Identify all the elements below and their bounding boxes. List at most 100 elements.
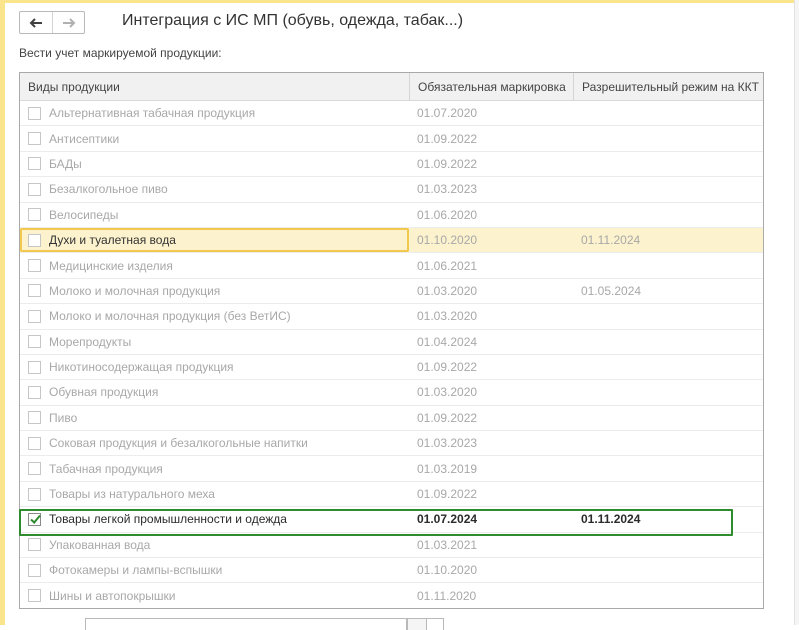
product-kind-cell[interactable]: Товары из натурального меха bbox=[20, 482, 409, 506]
table-row[interactable]: Никотиносодержащая продукция 01.09.2022 bbox=[20, 355, 763, 381]
kkt-permit-date: 01.11.2024 bbox=[581, 512, 641, 527]
page-title: Интеграция с ИС МП (обувь, одежда, табак… bbox=[122, 12, 464, 29]
table-row[interactable]: Фотокамеры и лампы-вспышки 01.10.2020 bbox=[20, 558, 763, 584]
table-row[interactable]: Молоко и молочная продукция (без ВетИС) 0… bbox=[20, 304, 763, 330]
table-row[interactable]: Медицинские изделия 01.06.2021 bbox=[20, 253, 763, 279]
mandatory-marking-date: 01.09.2022 bbox=[417, 487, 478, 502]
row-checkbox[interactable] bbox=[28, 157, 41, 171]
product-kind-label: Антисептики bbox=[49, 131, 120, 146]
mandatory-marking-date: 01.09.2022 bbox=[417, 131, 478, 146]
back-button[interactable] bbox=[20, 12, 52, 33]
table-row[interactable]: Табачная продукция 01.03.2019 bbox=[20, 456, 763, 482]
product-kind-label: Пиво bbox=[49, 410, 78, 425]
product-kind-cell[interactable]: Соковая продукция и безалкогольные напит… bbox=[20, 431, 409, 455]
row-checkbox[interactable] bbox=[28, 360, 41, 374]
table-row[interactable]: Обувная продукция 01.03.2020 bbox=[20, 380, 763, 406]
mandatory-marking-date: 01.07.2020 bbox=[417, 106, 478, 121]
product-kind-cell[interactable]: Пиво bbox=[20, 406, 409, 430]
kkt-permit-date: 01.11.2024 bbox=[581, 233, 641, 248]
table-row[interactable]: Велосипеды 01.06.2020 bbox=[20, 203, 763, 228]
row-checkbox[interactable] bbox=[28, 563, 41, 577]
row-checkbox[interactable] bbox=[28, 233, 41, 247]
product-kind-cell[interactable]: Товары легкой промышленности и одежда bbox=[20, 507, 409, 531]
product-kind-cell[interactable]: Безалкогольное пиво bbox=[20, 177, 409, 201]
column-header-product-kind[interactable]: Виды продукции bbox=[20, 73, 409, 101]
product-kind-cell[interactable]: Медицинские изделия bbox=[20, 253, 409, 277]
mandatory-marking-date: 01.03.2020 bbox=[417, 385, 478, 400]
table-row[interactable]: Пиво 01.09.2022 bbox=[20, 406, 763, 432]
product-kind-label: Молоко и молочная продукция (без ВетИС) bbox=[49, 309, 291, 324]
product-kind-label: Товары легкой промышленности и одежда bbox=[49, 512, 287, 527]
mandatory-marking-date: 01.09.2022 bbox=[417, 156, 478, 171]
table-row[interactable]: Товары легкой промышленности и одежда 01.… bbox=[20, 507, 763, 533]
row-checkbox[interactable] bbox=[28, 512, 41, 526]
row-checkbox[interactable] bbox=[28, 208, 41, 222]
product-kind-cell[interactable]: Никотиносодержащая продукция bbox=[20, 355, 409, 379]
row-checkbox[interactable] bbox=[28, 589, 41, 603]
arrow-left-icon bbox=[29, 17, 43, 28]
table-row[interactable]: Молоко и молочная продукция 01.03.2020 01.… bbox=[20, 279, 763, 305]
row-checkbox[interactable] bbox=[28, 284, 41, 298]
product-kind-cell[interactable]: Молоко и молочная продукция (без ВетИС) bbox=[20, 304, 409, 328]
table-row[interactable]: Упакованная вода 01.03.2021 bbox=[20, 533, 763, 559]
product-kind-label: Медицинские изделия bbox=[49, 258, 173, 273]
product-kind-label: БАДы bbox=[49, 156, 82, 171]
product-kind-label: Фотокамеры и лампы-вспышки bbox=[49, 563, 223, 578]
bottom-open-button[interactable] bbox=[427, 618, 444, 630]
row-checkbox[interactable] bbox=[28, 106, 41, 120]
table-row[interactable]: Антисептики 01.09.2022 bbox=[20, 126, 763, 152]
row-checkbox[interactable] bbox=[28, 259, 41, 273]
row-checkbox[interactable] bbox=[28, 182, 41, 196]
kkt-permit-date: 01.05.2024 bbox=[581, 283, 642, 298]
arrow-right-icon bbox=[62, 17, 76, 28]
bottom-select-button[interactable] bbox=[407, 618, 427, 630]
product-kind-cell[interactable]: Альтернативная табачная продукция bbox=[20, 101, 409, 125]
product-kind-cell[interactable]: Духи и туалетная вода bbox=[20, 227, 409, 253]
row-checkbox[interactable] bbox=[28, 411, 41, 425]
table-row[interactable]: Товары из натурального меха 01.09.2022 bbox=[20, 482, 763, 508]
product-kind-label: Шины и автопокрышки bbox=[49, 588, 176, 603]
column-header-kkt-permit-mode[interactable]: Разрешительный режим на ККТ bbox=[573, 73, 763, 101]
forward-button[interactable] bbox=[52, 12, 84, 33]
table-row[interactable]: Безалкогольное пиво 01.03.2023 bbox=[20, 177, 763, 203]
product-kind-cell[interactable]: Обувная продукция bbox=[20, 380, 409, 404]
product-kind-label: Упакованная вода bbox=[49, 537, 151, 552]
product-kind-cell[interactable]: БАДы bbox=[20, 152, 409, 176]
product-kind-cell[interactable]: Морепродукты bbox=[20, 330, 409, 354]
mandatory-marking-date: 01.06.2020 bbox=[417, 207, 478, 222]
window-left-accent bbox=[0, 0, 5, 625]
product-kind-label: Молоко и молочная продукция bbox=[49, 283, 221, 298]
product-kind-label: Альтернативная табачная продукция bbox=[49, 106, 256, 121]
section-caption: Вести учет маркируемой продукции: bbox=[19, 46, 222, 60]
product-kind-cell[interactable]: Антисептики bbox=[20, 126, 409, 150]
product-kind-cell[interactable]: Молоко и молочная продукция bbox=[20, 279, 409, 303]
column-header-mandatory-marking[interactable]: Обязательная маркировка bbox=[409, 73, 573, 101]
row-checkbox[interactable] bbox=[28, 462, 41, 476]
product-kind-cell[interactable]: Упакованная вода bbox=[20, 533, 409, 557]
product-kind-label: Соковая продукция и безалкогольные напит… bbox=[49, 436, 308, 451]
row-checkbox[interactable] bbox=[28, 487, 41, 501]
checkmark-icon bbox=[30, 514, 41, 524]
row-checkbox[interactable] bbox=[28, 132, 41, 146]
row-checkbox[interactable] bbox=[28, 309, 41, 323]
mandatory-marking-date: 01.03.2023 bbox=[417, 436, 478, 451]
bottom-input-field[interactable] bbox=[85, 618, 407, 630]
mandatory-marking-date: 01.09.2022 bbox=[417, 360, 478, 375]
product-kind-cell[interactable]: Велосипеды bbox=[20, 203, 409, 227]
table-row[interactable]: Морепродукты 01.04.2024 bbox=[20, 330, 763, 355]
marked-products-table[interactable]: Виды продукции Обязательная маркировка Р… bbox=[19, 72, 764, 609]
row-checkbox[interactable] bbox=[28, 335, 41, 349]
table-row[interactable]: Духи и туалетная вода 01.10.2020 01.11.202… bbox=[20, 227, 763, 254]
mandatory-marking-date: 01.03.2023 bbox=[417, 182, 478, 197]
row-checkbox[interactable] bbox=[28, 436, 41, 450]
row-checkbox[interactable] bbox=[28, 385, 41, 399]
row-checkbox[interactable] bbox=[28, 538, 41, 552]
table-row[interactable]: Шины и автопокрышки 01.11.2020 bbox=[20, 583, 763, 608]
product-kind-cell[interactable]: Фотокамеры и лампы-вспышки bbox=[20, 558, 409, 582]
product-kind-cell[interactable]: Табачная продукция bbox=[20, 456, 409, 480]
table-row[interactable]: БАДы 01.09.2022 bbox=[20, 152, 763, 178]
product-kind-label: Никотиносодержащая продукция bbox=[49, 360, 234, 375]
table-row[interactable]: Соковая продукция и безалкогольные напит… bbox=[20, 431, 763, 457]
product-kind-cell[interactable]: Шины и автопокрышки bbox=[20, 583, 409, 607]
table-row[interactable]: Альтернативная табачная продукция 01.07.2… bbox=[20, 101, 763, 127]
